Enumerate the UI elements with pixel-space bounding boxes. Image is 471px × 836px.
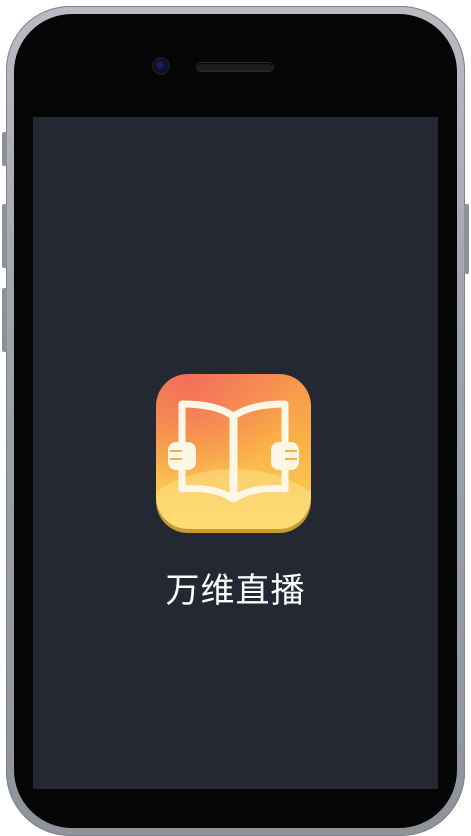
volume-up-button	[2, 204, 7, 268]
splash-screen: 万维直播	[33, 117, 438, 789]
open-book-icon	[168, 400, 299, 503]
front-camera	[154, 59, 168, 73]
volume-down-button	[2, 288, 7, 352]
earpiece-speaker	[197, 63, 273, 71]
power-button	[464, 204, 469, 274]
app-icon	[156, 374, 311, 529]
app-name-label: 万维直播	[165, 571, 306, 611]
mute-switch	[2, 132, 7, 166]
